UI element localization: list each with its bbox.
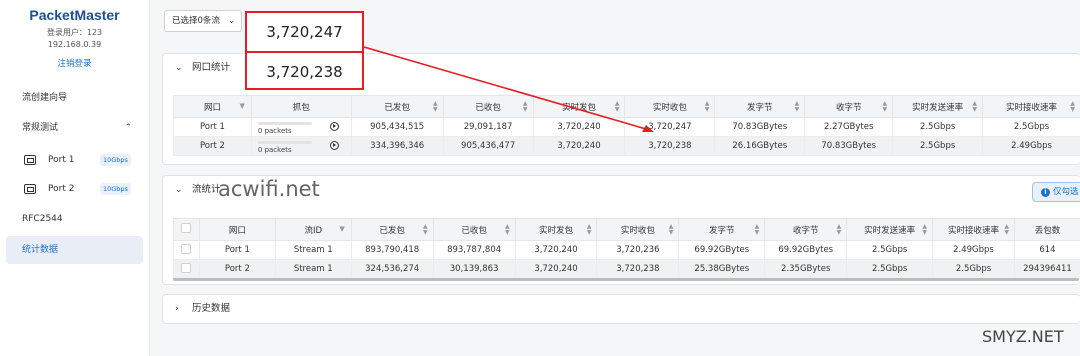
arrow-line (363, 46, 647, 130)
highlight-arrow (363, 46, 654, 132)
watermark-smyz: SMYZ.NET (982, 327, 1064, 346)
watermark-acwifi: acwifi.net (218, 177, 320, 201)
